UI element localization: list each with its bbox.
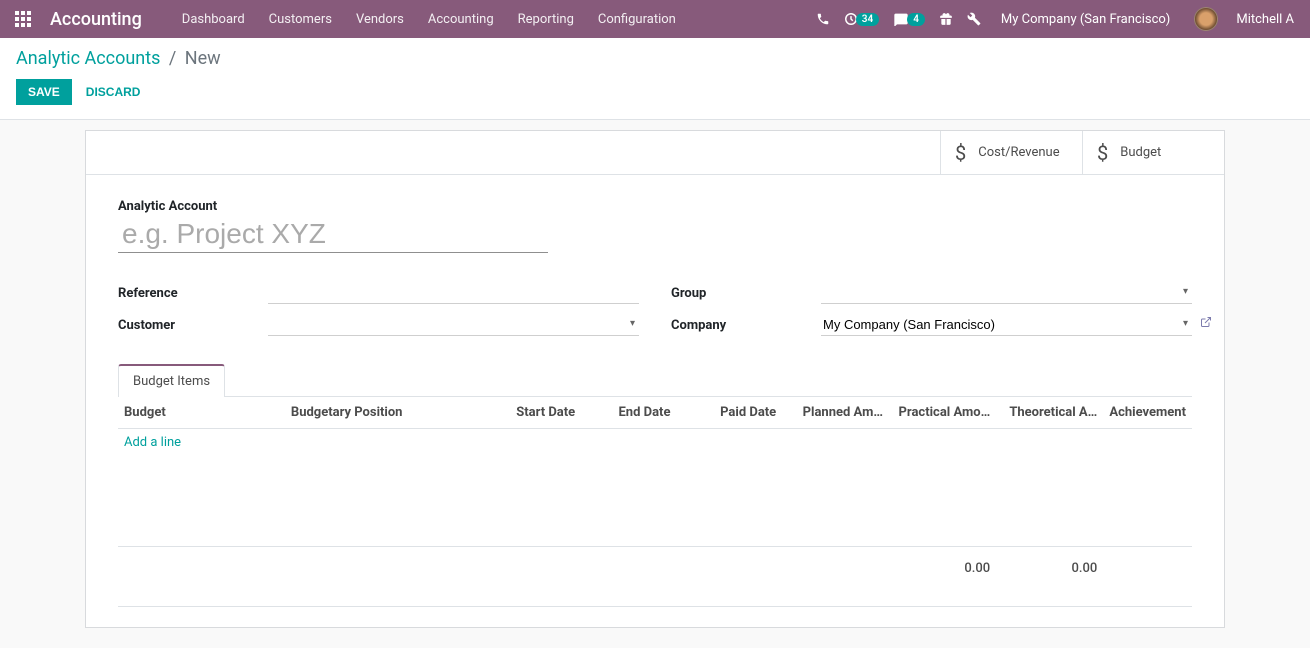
nav-item-vendors[interactable]: Vendors	[344, 0, 416, 38]
total-practical: 0.00	[889, 546, 996, 606]
company-label: Company	[671, 318, 821, 333]
analytic-account-label: Analytic Account	[118, 199, 1192, 214]
systray: 34 4 My Company (San Francisco) Mitchell…	[816, 7, 1302, 31]
breadcrumb-parent[interactable]: Analytic Accounts	[16, 48, 160, 69]
group-label: Group	[671, 286, 821, 301]
customer-label: Customer	[118, 318, 268, 333]
discard-button[interactable]: DISCARD	[82, 79, 145, 105]
add-line-link[interactable]: Add a line	[124, 435, 181, 450]
nav-item-reporting[interactable]: Reporting	[506, 0, 586, 38]
activities-icon[interactable]: 34	[844, 12, 879, 26]
apps-icon[interactable]	[8, 4, 38, 34]
customer-input[interactable]	[268, 314, 639, 336]
col-budget[interactable]: Budget	[118, 397, 285, 429]
user-avatar[interactable]	[1194, 7, 1218, 31]
tools-icon[interactable]	[967, 12, 981, 26]
col-budgetary-position[interactable]: Budgetary Position	[285, 397, 475, 429]
breadcrumb: Analytic Accounts / New	[16, 48, 1294, 69]
nav-item-accounting[interactable]: Accounting	[416, 0, 506, 38]
company-switcher[interactable]: My Company (San Francisco)	[1001, 12, 1170, 27]
gift-icon[interactable]	[939, 12, 953, 26]
form-sheet: $ Cost/Revenue $ Budget Analytic Account…	[85, 130, 1225, 628]
col-paid-date[interactable]: Paid Date	[676, 397, 782, 429]
analytic-account-input[interactable]	[118, 216, 548, 253]
app-title[interactable]: Accounting	[50, 9, 142, 30]
breadcrumb-current: New	[185, 48, 221, 69]
tab-budget-items[interactable]: Budget Items	[118, 364, 225, 397]
user-name[interactable]: Mitchell A	[1236, 12, 1294, 27]
top-navbar: Accounting Dashboard Customers Vendors A…	[0, 0, 1310, 38]
reference-input[interactable]	[268, 282, 639, 304]
col-theoretical-amount[interactable]: Theoretical A…	[996, 397, 1103, 429]
messages-icon[interactable]: 4	[893, 12, 925, 26]
col-achievement[interactable]: Achievement	[1103, 397, 1192, 429]
col-planned-amount[interactable]: Planned Am…	[782, 397, 889, 429]
group-input[interactable]	[821, 282, 1192, 304]
notebook: Budget Items Budget Budgetary Position S…	[118, 363, 1192, 607]
col-end-date[interactable]: End Date	[581, 397, 676, 429]
company-input[interactable]	[821, 314, 1192, 336]
phone-icon[interactable]	[816, 12, 830, 26]
control-panel: Analytic Accounts / New SAVE DISCARD	[0, 38, 1310, 120]
activities-badge: 34	[856, 13, 879, 26]
reference-label: Reference	[118, 286, 268, 301]
total-theoretical: 0.00	[996, 546, 1103, 606]
col-start-date[interactable]: Start Date	[475, 397, 581, 429]
nav-menu: Dashboard Customers Vendors Accounting R…	[170, 0, 688, 38]
nav-item-configuration[interactable]: Configuration	[586, 0, 688, 38]
button-box: $ Cost/Revenue $ Budget	[86, 131, 1224, 175]
nav-item-dashboard[interactable]: Dashboard	[170, 0, 257, 38]
external-link-icon[interactable]	[1200, 316, 1212, 332]
messages-badge: 4	[907, 13, 925, 26]
stat-button-budget[interactable]: $ Budget	[1082, 131, 1224, 174]
dollar-icon: $	[955, 141, 966, 165]
nav-item-customers[interactable]: Customers	[257, 0, 344, 38]
dollar-icon: $	[1097, 141, 1108, 165]
col-practical-amount[interactable]: Practical Amo…	[889, 397, 996, 429]
stat-button-cost-revenue[interactable]: $ Cost/Revenue	[940, 131, 1082, 174]
budget-items-table: Budget Budgetary Position Start Date End…	[118, 397, 1192, 606]
save-button[interactable]: SAVE	[16, 79, 72, 105]
stat-label: Budget	[1120, 145, 1161, 160]
breadcrumb-separator: /	[169, 48, 176, 69]
stat-label: Cost/Revenue	[978, 145, 1059, 160]
